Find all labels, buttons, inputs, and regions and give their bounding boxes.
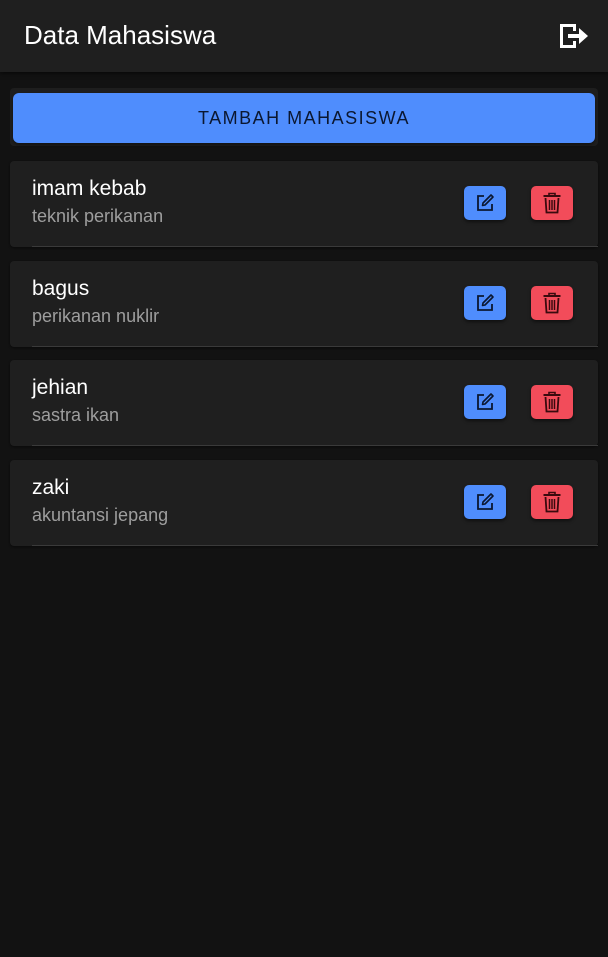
app-header: Data Mahasiswa	[0, 0, 608, 72]
divider	[32, 345, 598, 347]
student-major: perikanan nuklir	[32, 305, 160, 326]
trash-icon	[543, 491, 561, 512]
student-name: jehian	[32, 376, 89, 399]
edit-button[interactable]	[464, 385, 506, 419]
trash-icon	[543, 391, 561, 413]
student-name: bagus	[32, 276, 90, 300]
edit-icon	[477, 293, 494, 311]
logout-button[interactable]	[558, 22, 590, 50]
student-name: imam kebab	[32, 177, 147, 200]
page-title: Data Mahasiswa	[24, 20, 217, 50]
delete-button[interactable]	[531, 484, 573, 519]
trash-icon	[543, 192, 561, 214]
edit-button[interactable]	[464, 484, 506, 519]
student-list: imam kebab teknik perikanan bagus perika…	[10, 161, 598, 559]
delete-button[interactable]	[531, 285, 573, 320]
list-item: bagus perikanan nuklir	[10, 260, 598, 347]
list-item: zaki akuntansi jepang	[10, 459, 598, 546]
student-major: teknik perikanan	[32, 206, 164, 226]
student-major: akuntansi jepang	[32, 504, 169, 525]
delete-button[interactable]	[531, 186, 573, 220]
edit-button[interactable]	[464, 285, 506, 320]
divider	[32, 246, 598, 247]
divider	[32, 445, 598, 446]
add-student-section: TAMBAH MAHASISWA	[10, 88, 598, 146]
edit-icon	[477, 393, 494, 410]
student-name: zaki	[32, 475, 70, 499]
trash-icon	[543, 292, 561, 313]
add-student-button[interactable]: TAMBAH MAHASISWA	[13, 93, 595, 143]
list-item: imam kebab teknik perikanan	[10, 161, 598, 247]
divider	[32, 544, 598, 546]
edit-icon	[477, 194, 494, 211]
edit-icon	[477, 492, 494, 510]
list-item: jehian sastra ikan	[10, 360, 598, 446]
delete-button[interactable]	[531, 385, 573, 419]
logout-icon	[560, 24, 588, 48]
edit-button[interactable]	[464, 186, 506, 220]
student-major: sastra ikan	[32, 405, 120, 425]
